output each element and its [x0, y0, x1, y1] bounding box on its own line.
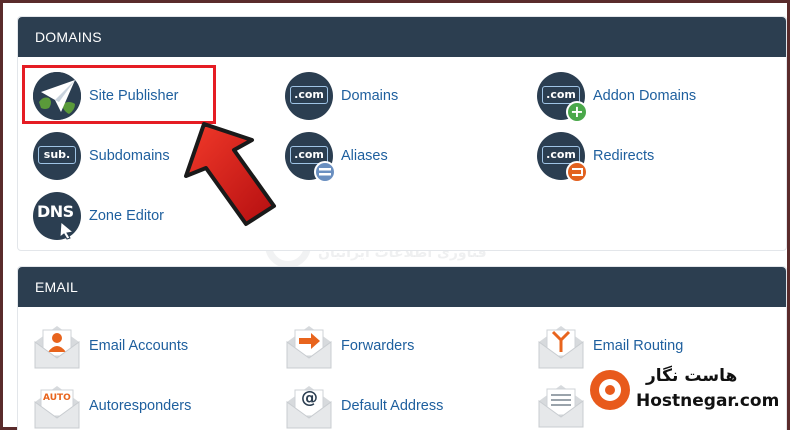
dot-com-icon: .com — [285, 72, 333, 120]
brand-name-fa: هاست نگار — [646, 366, 738, 386]
redirects-link[interactable]: .com Redirects — [537, 131, 655, 183]
brand-site: Hostnegar.com — [636, 391, 780, 411]
forwarders-label: Forwarders — [341, 338, 415, 354]
zone-editor-label: Zone Editor — [89, 208, 164, 224]
envelope-at-icon: @ — [285, 382, 333, 430]
subdomains-label: Subdomains — [89, 148, 170, 164]
redirects-label: Redirects — [593, 148, 655, 164]
email-accounts-link[interactable]: Email Accounts — [33, 321, 188, 371]
forwarders-link[interactable]: Forwarders — [285, 321, 414, 371]
red-arrow-icon — [184, 122, 276, 226]
email-accounts-label: Email Accounts — [89, 338, 189, 354]
addon-domains-link[interactable]: .com + Addon Domains — [537, 71, 697, 123]
domains-header: DOMAINS — [18, 17, 786, 57]
zone-editor-link[interactable]: DNS Zone Editor — [33, 191, 164, 241]
email-routing-label: Email Routing — [593, 338, 684, 354]
envelope-user-icon — [34, 326, 80, 369]
site-publisher-highlight — [22, 65, 216, 124]
email-routing-link[interactable]: Email Routing — [537, 321, 683, 371]
mailing-list-icon[interactable] — [537, 381, 585, 429]
envelope-arrow-icon — [286, 326, 332, 369]
dot-com-redirect-icon: .com — [537, 132, 588, 183]
minus-icon — [314, 161, 336, 183]
envelope-auto-icon: AUTO — [33, 382, 81, 430]
default-address-link[interactable]: @ Default Address — [285, 381, 443, 430]
domains-panel: DOMAINS Site Publisher .com Domains .com… — [17, 16, 787, 251]
envelope-fork-icon — [538, 326, 584, 369]
autoresponders-label: Autoresponders — [89, 398, 192, 414]
dot-com-minus-icon: .com — [285, 132, 336, 183]
at-text: @ — [301, 388, 318, 408]
hostnegar-brand: هاست نگار Hostnegar.com — [586, 366, 780, 418]
aliases-link[interactable]: .com Aliases — [285, 131, 388, 183]
default-address-label: Default Address — [341, 398, 444, 414]
domains-link[interactable]: .com Domains — [285, 71, 398, 121]
hostnegar-logo-icon — [590, 370, 630, 410]
auto-text: AUTO — [43, 393, 71, 403]
email-header: EMAIL — [18, 267, 786, 307]
autoresponders-link[interactable]: AUTO Autoresponders — [33, 381, 191, 430]
subdomains-link[interactable]: sub. Subdomains — [33, 131, 170, 181]
redirect-icon — [566, 161, 588, 183]
sub-text: sub. — [38, 146, 76, 164]
aliases-label: Aliases — [341, 148, 388, 164]
domains-label: Domains — [341, 88, 399, 104]
dot-com-plus-icon: .com + — [537, 72, 588, 123]
addon-domains-label: Addon Domains — [593, 88, 697, 104]
dot-com-text: .com — [290, 86, 328, 104]
dns-icon: DNS — [33, 192, 81, 240]
plus-icon: + — [566, 101, 588, 123]
sub-domain-icon: sub. — [33, 132, 81, 180]
